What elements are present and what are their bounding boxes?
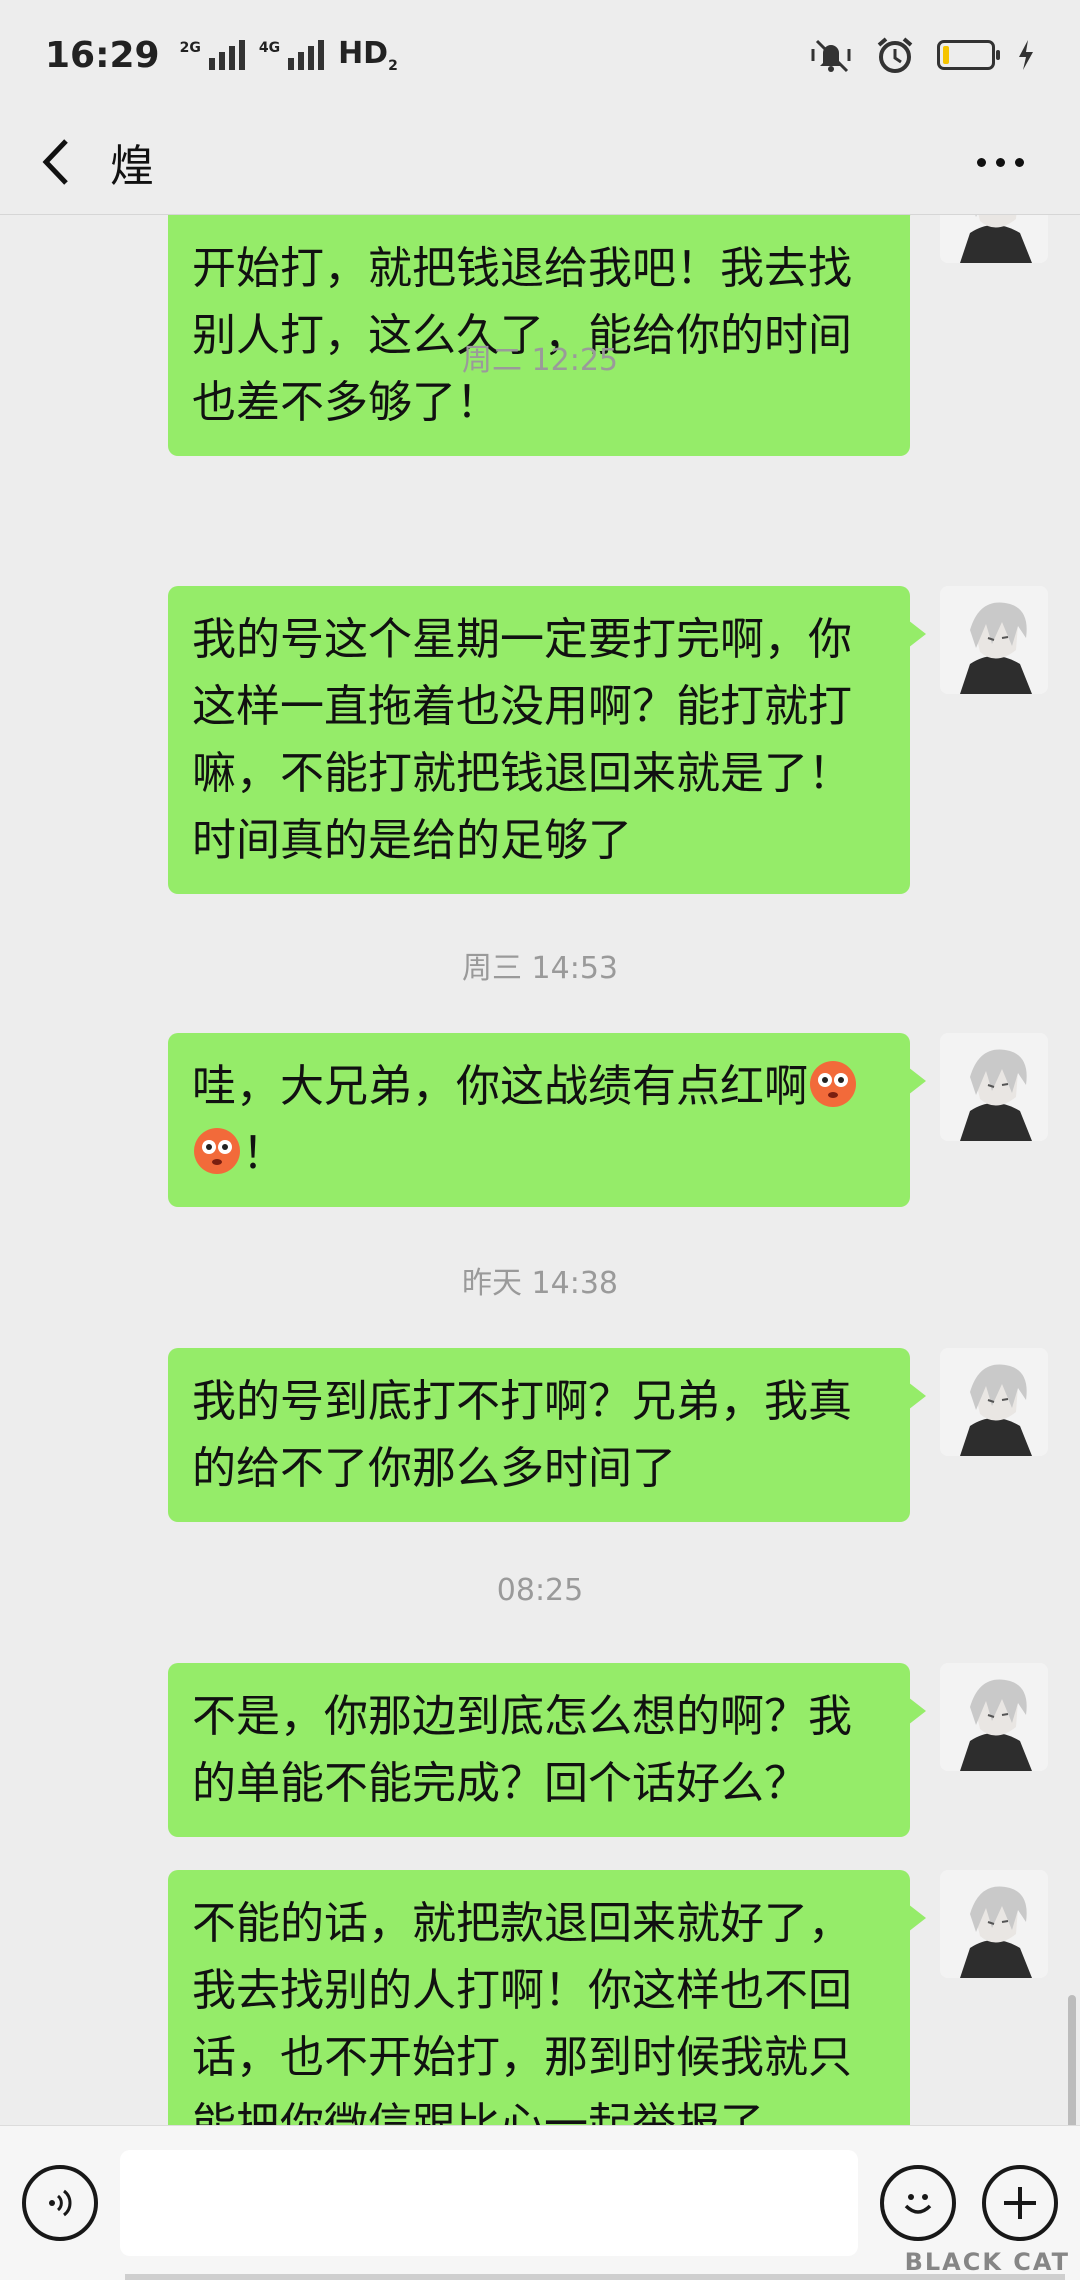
avatar[interactable] [940, 1663, 1048, 1771]
scrollbar[interactable] [1068, 1995, 1076, 2125]
network-indicators: 2G 4G HD2 [180, 36, 398, 74]
plus-button[interactable] [982, 2165, 1058, 2241]
input-actions [880, 2165, 1058, 2241]
message-bubble[interactable]: 我的号这个星期一定要打完啊，你这样一直拖着也没用啊？能打就打嘛，不能打就把钱退回… [168, 586, 926, 894]
message-input[interactable] [120, 2150, 858, 2256]
input-bar: BLACK CAT [0, 2125, 1080, 2280]
more-button[interactable] [960, 122, 1040, 202]
message-bubble[interactable]: 不是，你那边到底怎么想的啊？我的单能不能完成？回个话好么？ [168, 1663, 926, 1837]
emoji-button[interactable] [880, 2165, 956, 2241]
avatar[interactable] [940, 1033, 1048, 1141]
message-row: 我的号这个星期一定要打完啊，你这样一直拖着也没用啊？能打就打嘛，不能打就把钱退回… [168, 586, 1048, 894]
avatar-image [940, 215, 1048, 263]
network-type-1: 2G [179, 40, 201, 56]
status-bar: 16:29 2G 4G HD2 [0, 0, 1080, 110]
voice-icon [49, 2189, 72, 2217]
avatar[interactable] [940, 586, 1048, 694]
signal-icon: 4G [258, 40, 325, 70]
message-text: 我的号这个星期一定要打完啊，你这样一直拖着也没用啊？能打就打嘛，不能打就把钱退回… [192, 614, 852, 866]
mute-vibrate-icon [811, 39, 851, 73]
timestamp: 周二 12:25 [462, 343, 618, 378]
chat-header: 煌 [0, 110, 1080, 215]
message-bubble[interactable]: 我的号到底打不打啊？兄弟，我真的给不了你那么多时间了 [168, 1348, 926, 1522]
back-arrow-icon [42, 139, 68, 185]
flushed-face-emoji [810, 1061, 856, 1107]
status-icons [809, 35, 1035, 75]
chat-title: 煌 [110, 141, 154, 192]
message-text: ！ [242, 1128, 286, 1179]
message-row: 我的号到底打不打啊？兄弟，我真的给不了你那么多时间了 [168, 1348, 1048, 1522]
avatar-image [940, 1870, 1048, 1978]
status-time: 16:29 [45, 34, 160, 76]
charging-icon [1019, 40, 1033, 70]
message-row: 不是，你那边到底怎么想的啊？我的单能不能完成？回个话好么？ [168, 1663, 1048, 1837]
voice-button[interactable] [22, 2165, 98, 2241]
home-indicator [125, 2274, 1065, 2280]
signal-icon: 2G [180, 40, 245, 70]
battery-icon [937, 40, 1000, 70]
timestamp: 昨天 14:38 [462, 1266, 618, 1301]
timestamp: 08:25 [496, 1573, 584, 1608]
timestamp: 周三 14:53 [462, 951, 618, 986]
message-text: 哇，大兄弟，你这战绩有点红啊 [192, 1061, 808, 1112]
emoji-icon [904, 2194, 932, 2214]
avatar-image [940, 1033, 1048, 1141]
back-button[interactable] [5, 112, 105, 212]
message-text: 我的号到底打不打啊？兄弟，我真的给不了你那么多时间了 [192, 1376, 852, 1494]
watermark: BLACK CAT [904, 2248, 1070, 2276]
more-icon [976, 157, 986, 167]
alarm-icon [877, 37, 913, 73]
message-row: 哇，大兄弟，你这战绩有点红啊 ！ [168, 1033, 1048, 1207]
avatar[interactable] [940, 1348, 1048, 1456]
flushed-face-emoji [194, 1128, 240, 1174]
message-list[interactable]: 开始打，就把钱退给我吧！我去找别人打，这么久了，能给你的时间也差不多够了！ 周二… [0, 215, 1080, 2125]
message-bubble[interactable]: 不能的话，就把款退回来就好了，我去找别的人打啊！你这样也不回话，也不开始打，那到… [168, 1870, 926, 2125]
avatar-image [940, 1348, 1048, 1456]
message-text: 不是，你那边到底怎么想的啊？我的单能不能完成？回个话好么？ [192, 1691, 852, 1809]
hd-label: HD2 [338, 36, 398, 74]
message-bubble[interactable]: 哇，大兄弟，你这战绩有点红啊 ！ [168, 1033, 926, 1207]
avatar[interactable] [940, 1870, 1048, 1978]
message-text: 不能的话，就把款退回来就好了，我去找别的人打啊！你这样也不回话，也不开始打，那到… [192, 1898, 852, 2125]
message-row: 不能的话，就把款退回来就好了，我去找别的人打啊！你这样也不回话，也不开始打，那到… [168, 1870, 1048, 2125]
avatar[interactable] [940, 215, 1048, 263]
network-type-2: 4G [258, 40, 281, 56]
avatar-image [940, 1663, 1048, 1771]
plus-icon [1004, 2187, 1036, 2219]
avatar-image [940, 586, 1048, 694]
